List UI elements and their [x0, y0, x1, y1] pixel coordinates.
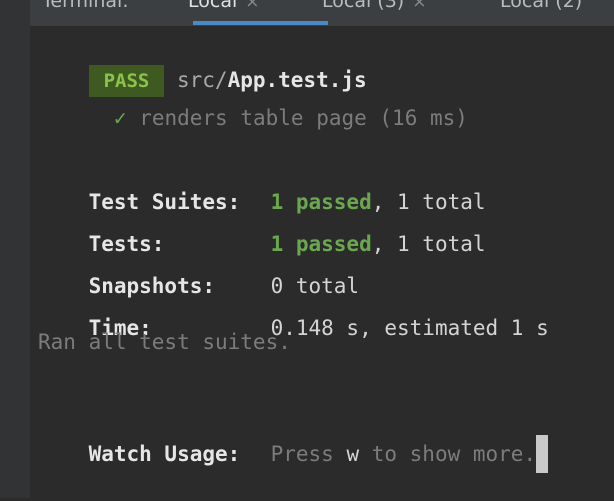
- watch-key: w: [346, 442, 360, 466]
- terminal-gutter: [0, 0, 30, 498]
- tab-label: Local: [188, 0, 238, 12]
- terminal-tab-bar: Terminal: Local × Local (3) × Local (2): [30, 0, 614, 26]
- tab-label: Local (2): [500, 0, 583, 12]
- watch-rest-text: to show more.: [359, 442, 537, 466]
- tab-local-2[interactable]: Local (2): [500, 0, 582, 24]
- tab-label: Local (3): [322, 0, 405, 12]
- tab-local-3[interactable]: Local (3) ×: [322, 0, 426, 24]
- watch-press-text: Press: [270, 442, 347, 466]
- terminal-cursor: [536, 435, 549, 473]
- summary-suites: Test Suites: 1 passed, 1 total: [38, 160, 486, 214]
- close-icon[interactable]: ×: [412, 0, 426, 12]
- watch-usage-label: Watch Usage:: [88, 442, 241, 466]
- tab-terminal-title: Terminal:: [42, 0, 129, 24]
- active-tab-indicator: [193, 21, 328, 25]
- test-case-name: renders table page (16 ms): [139, 106, 468, 130]
- test-result-line: PASS src/App.test.js: [38, 32, 367, 97]
- ran-all-suites: Ran all test suites.: [38, 330, 291, 354]
- test-case-line: ✓ renders table page (16 ms): [38, 76, 468, 130]
- summary-time: Time: 0.148 s, estimated 1 s: [38, 286, 549, 340]
- terminal-output[interactable]: PASS src/App.test.js ✓ renders table pag…: [38, 26, 614, 498]
- summary-tests: Tests: 1 passed, 1 total: [38, 202, 486, 256]
- tests-total: , 1 total: [371, 232, 486, 256]
- close-icon[interactable]: ×: [245, 0, 259, 12]
- tab-label: Terminal:: [42, 0, 129, 12]
- check-icon: ✓: [113, 106, 127, 130]
- summary-snapshots: Snapshots: 0 total: [38, 244, 360, 298]
- watch-usage-line: Watch Usage: Press w to show more.: [38, 412, 549, 473]
- time-value: 0.148 s, estimated 1 s: [270, 316, 549, 340]
